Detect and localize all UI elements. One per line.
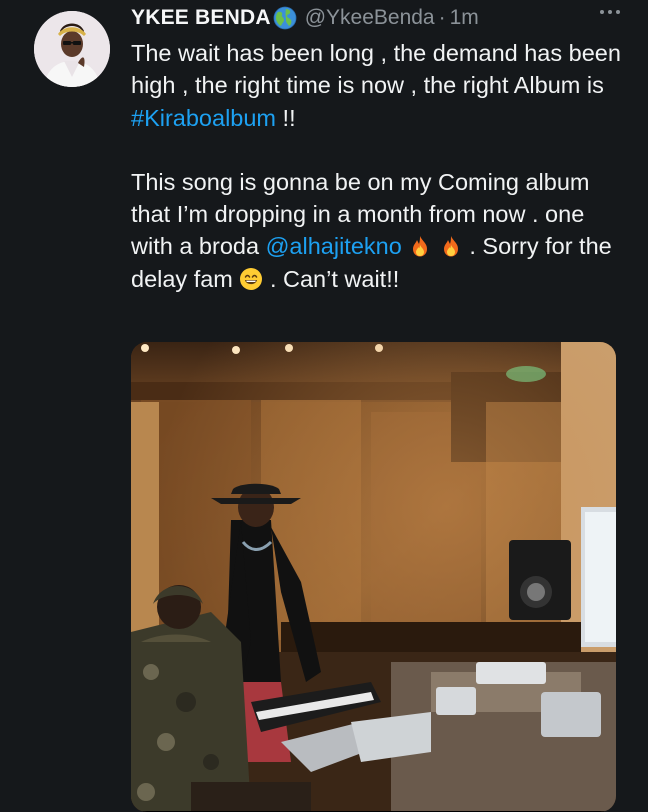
tweet-media-image[interactable]: [131, 342, 616, 812]
fire-emoji-icon: [413, 236, 428, 257]
display-name[interactable]: YKEE BENDA: [131, 6, 271, 30]
timestamp[interactable]: 1m: [450, 6, 479, 30]
tweet-header: YKEE BENDA @YkeeBenda · 1m: [131, 4, 479, 32]
tweet-paragraph-1: The wait has been long , the demand has …: [131, 37, 621, 134]
globe-icon: [273, 6, 297, 30]
avatar-image: [34, 11, 110, 87]
time-separator: ·: [438, 6, 446, 29]
avatar[interactable]: [34, 11, 110, 87]
more-horizontal-icon[interactable]: [600, 10, 620, 14]
text-segment: !!: [276, 104, 296, 131]
fire-emoji-icon: [443, 236, 458, 257]
text-segment: . Can’t wait!!: [263, 265, 400, 292]
photo-studio-image: [131, 342, 616, 812]
tweet[interactable]: YKEE BENDA @YkeeBenda · 1m The wait has …: [0, 0, 648, 812]
text-segment: The wait has been long , the demand has …: [131, 40, 621, 99]
mention-link[interactable]: @alhajitekno: [266, 233, 402, 259]
tweet-paragraph-2: This song is gonna be on my Coming album…: [131, 166, 621, 295]
handle[interactable]: @YkeeBenda: [305, 6, 435, 30]
tweet-text: The wait has been long , the demand has …: [131, 37, 621, 295]
hashtag-link[interactable]: #Kiraboalbum: [131, 105, 276, 131]
smile-emoji-icon: [240, 267, 263, 290]
